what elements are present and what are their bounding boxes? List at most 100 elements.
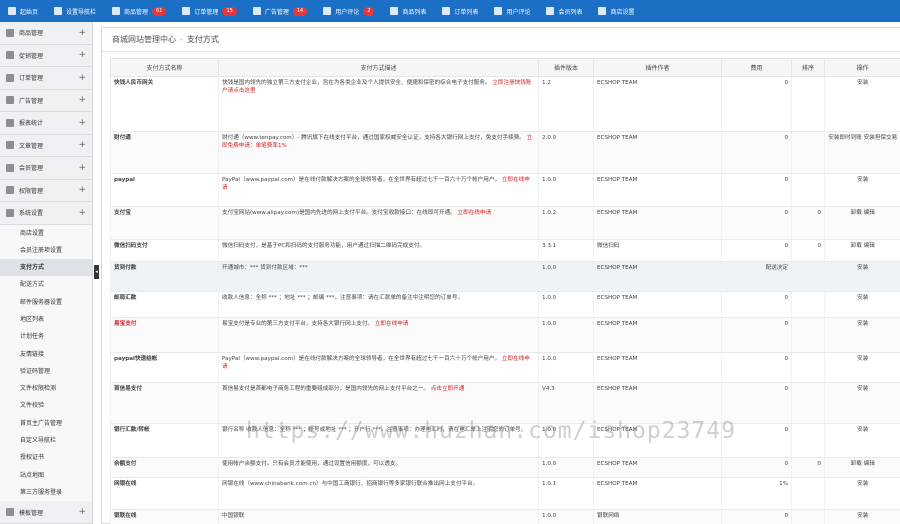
col-header-order[interactable]: 排序 [791,58,825,77]
sidebar-subitem[interactable]: 自定义导航栏 [0,432,92,450]
signup-link[interactable]: 立即在线申请 [375,321,409,327]
row-actions[interactable]: 安装 [824,76,900,132]
plugin-author[interactable]: ECSHOP TEAM [593,457,722,478]
row-actions[interactable]: 安装 [824,382,900,424]
topnav-item[interactable]: 广告管理 14 [252,6,308,16]
row-actions[interactable]: 安装 [824,261,900,292]
topnav-item[interactable]: 用户评论 [494,7,530,16]
sidebar-group[interactable]: 促销管理 + [0,44,92,67]
sort-order[interactable] [791,477,825,510]
sidebar-collapse-handle[interactable]: ◂ [94,265,99,279]
expand-plus-icon[interactable]: + [78,73,86,83]
sidebar-subitem[interactable]: 文件权限检测 [0,380,92,398]
sort-order[interactable]: 0 [791,239,825,262]
sidebar-subitem[interactable]: 文件校验 [0,397,92,415]
sidebar-subitem[interactable]: 计划任务 [0,328,92,346]
expand-plus-icon[interactable]: + [78,95,86,105]
topnav-item[interactable]: 起始页 [8,7,38,16]
row-actions[interactable]: 安装 [824,509,900,524]
sort-order[interactable]: 0 [791,206,825,240]
expand-plus-icon[interactable]: + [78,28,86,38]
sort-order[interactable] [791,173,825,207]
topnav-item[interactable]: 订单管理 15 [182,6,237,16]
row-actions[interactable]: 安装 [824,477,900,510]
breadcrumb-root[interactable]: 商城网站管理中心 [112,34,176,45]
sort-order[interactable] [791,352,825,383]
sidebar-group[interactable]: 广告管理 + [0,89,92,112]
sidebar-group[interactable]: 模板管理 + [0,501,92,524]
row-actions[interactable]: 卸载 编辑 [824,457,900,478]
topnav-item[interactable]: 订单列表 [442,7,478,16]
plugin-author[interactable]: ECSHOP TEAM [593,423,722,458]
topnav-item[interactable]: 设置导航栏 [54,7,96,16]
sidebar-subitem[interactable]: 首页主广告管理 [0,414,92,433]
sidebar-subitem[interactable]: 会员注册项设置 [0,241,92,260]
plugin-version: 1.0.0 [538,457,594,478]
expand-plus-icon[interactable]: + [78,140,86,150]
sort-order[interactable] [791,261,825,292]
sidebar-group[interactable]: 权限管理 + [0,179,92,202]
sidebar-group[interactable]: 商品管理 + [0,22,92,45]
sidebar-subitem[interactable]: 友情链接 [0,345,92,363]
plugin-author[interactable]: ECSHOP TEAM [593,382,722,424]
signup-link[interactable]: 点击立即开通 [431,386,465,392]
plugin-author[interactable]: ECSHOP TEAM [593,352,722,383]
topnav-item[interactable]: 用户评论 2 [323,6,375,16]
sort-order[interactable]: 0 [791,457,825,478]
row-actions[interactable]: 卸载 编辑 [824,206,900,240]
sort-order[interactable] [791,291,825,318]
sort-order[interactable] [791,131,825,174]
sidebar-subitem[interactable]: 商店设置 [0,224,92,242]
sidebar-subitem[interactable]: 站点地图 [0,466,92,484]
row-actions[interactable]: 安装即时到账 安装担保交易 [824,131,900,174]
plugin-author[interactable]: ECSHOP TEAM [593,131,722,174]
topnav-label: 商店设置 [610,8,635,16]
sidebar-subitem[interactable]: 支付方式 [0,259,92,277]
sidebar-group[interactable]: 文章管理 + [0,134,92,157]
sidebar-group[interactable]: 报表统计 + [0,112,92,135]
sort-order[interactable] [791,509,825,524]
expand-plus-icon[interactable]: + [78,185,86,195]
row-actions[interactable]: 卸载 编辑 [824,239,900,262]
expand-plus-icon[interactable]: + [78,118,86,128]
topnav-item[interactable]: 商店设置 [598,7,634,16]
plugin-author[interactable]: ECSHOP TEAM [593,317,722,353]
sidebar-group-label: 商品管理 [19,30,44,38]
sidebar-group[interactable]: 订单管理 + [0,67,92,90]
expand-plus-icon[interactable]: + [78,507,86,517]
plugin-author[interactable]: ECSHOP TEAM [593,206,722,240]
col-header-name[interactable]: 支付方式名称 [110,58,219,77]
plugin-author[interactable]: ECSHOP TEAM [593,291,722,318]
sidebar-subitem[interactable]: 第三方服务登录 [0,483,92,502]
row-actions[interactable]: 安装 [824,317,900,353]
topnav-item[interactable]: 会员列表 [546,7,582,16]
sort-order[interactable] [791,76,825,132]
sidebar-group[interactable]: 系统设置 + [0,202,92,225]
topnav-item[interactable]: 商品管理 61 [112,6,167,16]
sidebar-subitem[interactable]: 配送方式 [0,276,92,294]
row-actions[interactable]: 安装 [824,352,900,383]
row-actions[interactable]: 安装 [824,423,900,458]
sidebar-group[interactable]: 会员管理 + [0,157,92,180]
sort-order[interactable] [791,382,825,424]
plugin-author[interactable]: 银联网络 [593,509,722,524]
plugin-author[interactable]: ECSHOP TEAM [593,76,722,132]
plugin-author[interactable]: ECSHOP TEAM [593,261,722,292]
row-actions[interactable]: 安装 [824,173,900,207]
expand-plus-icon[interactable]: + [78,208,86,218]
topnav-item[interactable]: 商品列表 [390,7,426,16]
sidebar-subitem[interactable]: 邮件服务器设置 [0,293,92,311]
signup-link[interactable]: 立即在线申请 [457,210,491,216]
topnav-label: 设置导航栏 [66,8,97,16]
sort-order[interactable] [791,317,825,353]
row-actions[interactable]: 安装 [824,291,900,318]
sidebar-subitem[interactable]: 验证码管理 [0,362,92,381]
sort-order[interactable] [791,423,825,458]
plugin-author[interactable]: 微信扫码 [593,239,722,262]
expand-plus-icon[interactable]: + [78,163,86,173]
sidebar-subitem[interactable]: 授权证书 [0,449,92,467]
plugin-author[interactable]: ECSHOP TEAM [593,477,722,510]
sidebar-subitem[interactable]: 地区列表 [0,310,92,329]
plugin-author[interactable]: ECSHOP TEAM [593,173,722,207]
expand-plus-icon[interactable]: + [78,50,86,60]
